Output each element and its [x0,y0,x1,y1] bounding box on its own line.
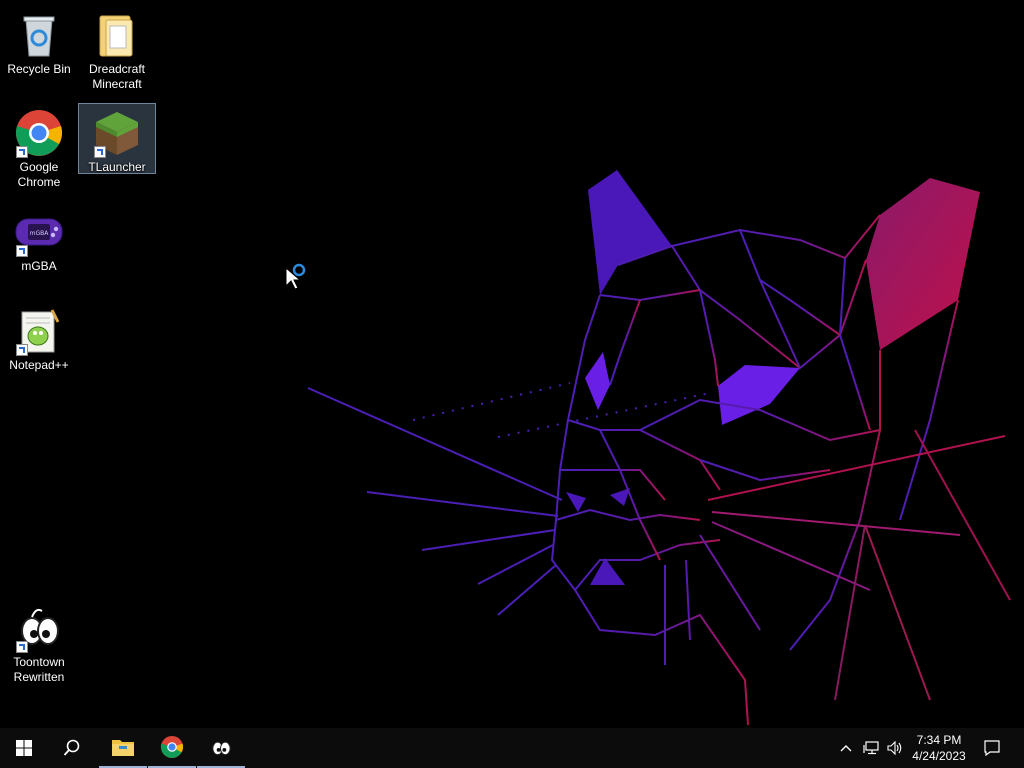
desktop-icon-label: Toontown Rewritten [13,655,65,684]
left-eye [585,352,610,410]
desktop-icon-mgba[interactable]: mGBA mGBA [1,203,77,274]
gameboy-advance-icon: mGBA [14,207,64,257]
desktop-icon-tlauncher[interactable]: TLauncher [78,103,156,174]
chrome-icon [160,735,184,759]
toontown-icon [14,603,64,653]
nose-right [610,488,630,506]
taskbar-toontown[interactable] [197,728,245,768]
shortcut-arrow-icon [94,146,106,158]
search-icon [63,739,80,756]
start-button[interactable] [0,728,48,768]
desktop-icon-label: Recycle Bin [7,62,71,76]
desktop-icon-notepad-plus-plus[interactable]: Notepad++ [1,302,77,373]
left-ear [588,170,672,295]
volume-button[interactable] [884,728,906,768]
taskbar-file-explorer[interactable] [99,728,147,768]
network-icon [863,741,879,755]
file-explorer-icon [112,740,134,756]
desktop-icon-label: Notepad++ [9,358,69,372]
desktop-icon-dreadcraft-minecraft[interactable]: Dreadcraft Minecraft [79,6,155,92]
svg-text:mGBA: mGBA [30,230,50,237]
notifications-icon [984,740,1000,756]
shortcut-arrow-icon [16,344,28,356]
taskbar: 7:34 PM 4/24/2023 [0,728,1024,768]
show-hidden-icons-button[interactable] [836,728,856,768]
action-center-button[interactable] [980,728,1004,768]
shortcut-arrow-icon [16,146,28,158]
shortcut-arrow-icon [16,245,28,257]
network-button[interactable] [860,728,882,768]
notepad-plus-plus-icon [14,306,64,356]
clock-date: 4/24/2023 [912,749,966,763]
windows-start-icon [16,740,32,756]
nose [566,492,586,512]
desktop-icon-label: mGBA [21,259,57,273]
desktop-icon-recycle-bin[interactable]: Recycle Bin [1,6,77,77]
clock-time: 7:34 PM [916,733,962,747]
desktop-icon-label: Dreadcraft Minecraft [88,62,146,91]
right-ear [866,178,980,350]
shortcut-arrow-icon [16,641,28,653]
toontown-icon [212,741,231,756]
whiskers [307,387,1011,701]
desktop[interactable]: Recycle Bin Dreadcraft Minecraft Google … [0,0,1024,728]
minecraft-grass-block-icon [92,108,142,158]
desktop-icon-label: TLauncher [88,160,146,174]
right-eye [718,365,800,425]
chrome-icon [14,108,64,158]
desktop-icon-google-chrome[interactable]: Google Chrome [1,104,77,190]
desktop-icon-label: Google Chrome [17,160,61,189]
dotted-whiskers [412,382,711,438]
chevron-up-icon [840,745,852,752]
desktop-icon-toontown-rewritten[interactable]: Toontown Rewritten [1,599,77,685]
clock[interactable]: 7:34 PM 4/24/2023 [904,728,974,768]
search-button[interactable] [48,728,96,768]
taskbar-chrome[interactable] [148,728,196,768]
folder-icon [92,10,142,60]
busy-cursor-icon [285,263,306,290]
chin [590,558,625,585]
volume-icon [887,741,902,755]
recycle-bin-icon [14,10,64,60]
